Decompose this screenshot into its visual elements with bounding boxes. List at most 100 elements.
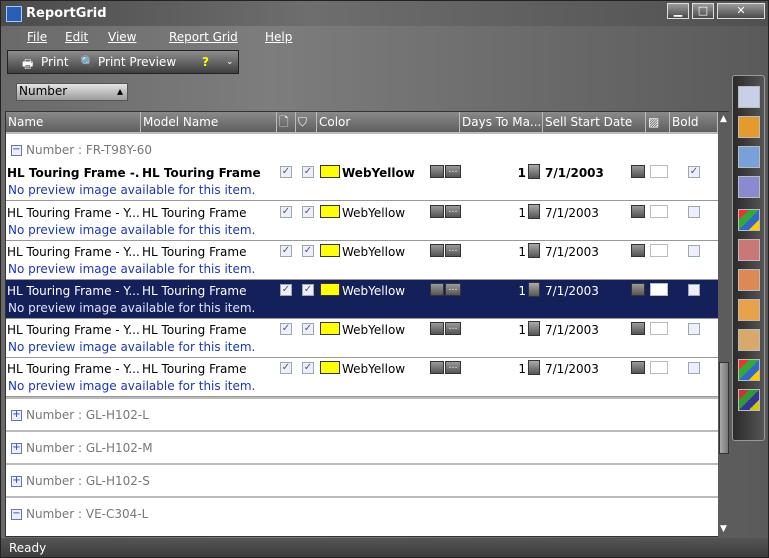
color-dropdown-button[interactable] — [430, 283, 444, 296]
group-row[interactable]: + Number : GL-H102-L — [6, 397, 718, 430]
table-row[interactable]: HL Touring Frame - Y... HL Touring Frame… — [6, 280, 718, 319]
checkbox-1[interactable]: ✓ — [280, 284, 292, 296]
column-header-model-name[interactable]: Model Name — [141, 112, 277, 132]
windows-icon[interactable] — [738, 389, 760, 411]
date-dropdown-button[interactable] — [631, 283, 645, 296]
checkbox-1[interactable]: ✓ — [280, 323, 292, 335]
menu-report-grid[interactable]: Report Grid — [169, 30, 238, 44]
grid-icon[interactable] — [738, 329, 760, 351]
color-ellipsis-button[interactable]: … — [445, 165, 461, 178]
scroll-up-icon[interactable]: ▲ — [720, 114, 727, 124]
date-dropdown-button[interactable] — [631, 244, 645, 257]
color-ellipsis-button[interactable]: … — [445, 322, 461, 335]
bold-checkbox[interactable] — [688, 323, 700, 335]
windows-icon[interactable] — [738, 209, 760, 231]
days-spinner[interactable] — [528, 164, 540, 179]
expand-icon[interactable]: + — [11, 410, 22, 421]
column-header-bold[interactable]: Bold — [670, 112, 718, 132]
color-dropdown-button[interactable] — [430, 361, 444, 374]
color-ellipsis-button[interactable]: … — [445, 361, 461, 374]
menu-edit[interactable]: Edit — [65, 30, 88, 44]
column-header-filter-icon[interactable]: ⛉ — [296, 112, 317, 132]
days-spinner[interactable] — [528, 360, 540, 375]
days-spinner[interactable] — [528, 204, 540, 219]
table-row[interactable]: HL Touring Frame - Y... HL Touring Frame… — [6, 319, 718, 358]
badge-icon[interactable] — [738, 269, 760, 291]
right-sidebar — [732, 75, 765, 441]
group-row[interactable]: + Number : GL-H102-M — [6, 430, 718, 463]
toolbar-overflow-icon[interactable]: ⌄ — [226, 57, 234, 67]
maximize-button[interactable]: □ — [692, 3, 714, 19]
table-row[interactable]: HL Touring Frame - Y... HL Touring Frame… — [6, 202, 718, 241]
close-button[interactable]: ✕ — [717, 3, 765, 19]
minimize-button[interactable]: ▁ — [667, 3, 689, 19]
product-thumbnail — [650, 283, 668, 296]
grid-icon[interactable] — [738, 86, 760, 108]
checkbox-1[interactable]: ✓ — [280, 362, 292, 374]
grid-body: − Number : FR-T98Y-60 HL Touring Frame -… — [6, 132, 718, 538]
bold-checkbox[interactable] — [688, 284, 700, 296]
checkbox-2[interactable]: ✓ — [302, 166, 314, 178]
expand-icon[interactable]: + — [11, 443, 22, 454]
menu-file[interactable]: File — [27, 30, 47, 44]
checkbox-2[interactable]: ✓ — [302, 323, 314, 335]
date-dropdown-button[interactable] — [631, 165, 645, 178]
expand-icon[interactable]: + — [11, 476, 22, 487]
vertical-scrollbar[interactable]: ▲ ▼ — [718, 112, 730, 538]
group-row[interactable]: − Number : FR-T98Y-60 — [6, 132, 718, 165]
grid-icon[interactable] — [738, 116, 760, 138]
color-ellipsis-button[interactable]: … — [445, 205, 461, 218]
grid-icon[interactable] — [738, 146, 760, 168]
print-preview-button[interactable]: Print Preview — [98, 55, 176, 69]
group-row[interactable]: + Number : GL-H102-S — [6, 463, 718, 496]
column-header-document-icon[interactable]: 🗋 — [277, 112, 296, 132]
checkbox-2[interactable]: ✓ — [302, 362, 314, 374]
column-header-image-icon[interactable]: ▨ — [646, 112, 670, 132]
scroll-down-icon[interactable]: ▼ — [720, 524, 727, 534]
date-dropdown-button[interactable] — [631, 361, 645, 374]
color-dropdown-button[interactable] — [430, 322, 444, 335]
column-header-color[interactable]: Color — [317, 112, 460, 132]
color-dropdown-button[interactable] — [430, 205, 444, 218]
checkbox-1[interactable]: ✓ — [280, 206, 292, 218]
bold-checkbox[interactable] — [688, 245, 700, 257]
menu-help[interactable]: Help — [265, 30, 292, 44]
group-row[interactable]: − Number : VE-C304-L — [6, 496, 718, 529]
checkbox-1[interactable]: ✓ — [280, 245, 292, 257]
badge-icon[interactable] — [738, 239, 760, 261]
bold-checkbox[interactable] — [688, 206, 700, 218]
color-ellipsis-button[interactable]: … — [445, 244, 461, 257]
column-header-name[interactable]: Name — [6, 112, 141, 132]
checkbox-1[interactable]: ✓ — [280, 166, 292, 178]
menu-view[interactable]: View — [108, 30, 136, 44]
checkbox-2[interactable]: ✓ — [302, 245, 314, 257]
table-row[interactable]: HL Touring Frame - Y... HL Touring Frame… — [6, 358, 718, 397]
bold-checkbox[interactable]: ✓ — [688, 166, 700, 178]
color-ellipsis-button[interactable]: … — [445, 283, 461, 296]
group-by-box[interactable]: Number ▴ — [16, 83, 128, 101]
color-dropdown-button[interactable] — [430, 165, 444, 178]
table-row[interactable]: HL Touring Frame -... HL Touring Frame ✓… — [6, 162, 718, 201]
toolbar: 🖶 Print 🔍 Print Preview ? ⌄ — [7, 50, 239, 74]
days-spinner[interactable] — [528, 321, 540, 336]
date-dropdown-button[interactable] — [631, 205, 645, 218]
preview-text: No preview image available for this item… — [8, 340, 256, 354]
windows-icon[interactable] — [738, 359, 760, 381]
column-header-days-to-manufacture[interactable]: Days To Ma... — [460, 112, 543, 132]
grid-icon[interactable] — [738, 299, 760, 321]
collapse-icon[interactable]: − — [11, 509, 22, 520]
help-button[interactable]: ? — [202, 55, 209, 69]
checkbox-2[interactable]: ✓ — [302, 284, 314, 296]
color-dropdown-button[interactable] — [430, 244, 444, 257]
print-button[interactable]: Print — [41, 55, 69, 69]
bold-checkbox[interactable] — [688, 362, 700, 374]
grid-icon[interactable] — [738, 176, 760, 198]
date-dropdown-button[interactable] — [631, 322, 645, 335]
collapse-icon[interactable]: − — [11, 145, 22, 156]
column-header-sell-start-date[interactable]: Sell Start Date — [543, 112, 646, 132]
checkbox-2[interactable]: ✓ — [302, 206, 314, 218]
days-spinner[interactable] — [528, 243, 540, 258]
days-spinner[interactable] — [528, 282, 540, 297]
table-row[interactable]: HL Touring Frame - Y... HL Touring Frame… — [6, 241, 718, 280]
scroll-thumb[interactable] — [719, 362, 729, 454]
